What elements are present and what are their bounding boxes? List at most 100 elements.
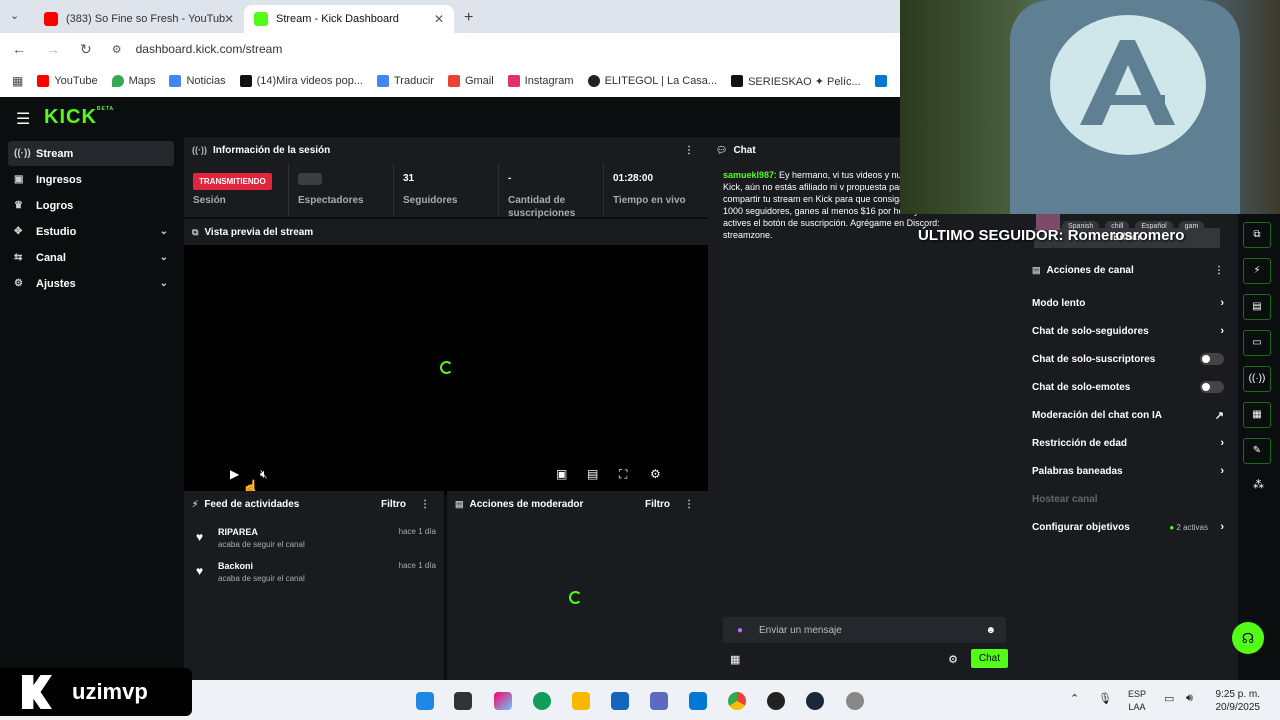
bookmark-serieskao[interactable]: SERIESKAO ✦ Pelíc... xyxy=(731,75,861,88)
play-icon[interactable]: ▶ xyxy=(230,467,239,481)
gmail-icon xyxy=(447,75,460,87)
rail-wrench-icon[interactable]: ✎ xyxy=(1243,438,1271,464)
chat-input[interactable]: ● Enviar un mensaje ☻ xyxy=(723,617,1006,643)
sidebar-item-ajustes[interactable]: ⚙ Ajustes ⌄ xyxy=(8,271,174,296)
chat-send-button[interactable]: Chat xyxy=(970,649,1008,668)
volume-icon[interactable]: 🔊︎ xyxy=(1186,692,1193,705)
rail-chat-icon[interactable]: ▭ xyxy=(1243,330,1271,356)
bookmark-gmail[interactable]: Gmail xyxy=(447,75,494,87)
action-ai-moderation[interactable]: Moderación del chat con IA ↗ xyxy=(1024,401,1238,429)
bookmark-tiktok[interactable]: (14)Mira videos pop... xyxy=(239,75,363,87)
system-clock[interactable]: 9:25 p. m. 20/9/2025 xyxy=(1216,688,1261,714)
menu-icon[interactable]: ☰ xyxy=(16,109,30,129)
chevron-up-icon[interactable]: ⌃ xyxy=(1070,692,1079,705)
chevron-right-icon: › xyxy=(1220,437,1224,449)
chat-settings-icon[interactable]: ⚙ xyxy=(948,653,958,666)
more-icon[interactable]: ⋮ xyxy=(1214,265,1224,276)
tab-strip: ⌄ (383) So Fine so Fresh - YouTub ✕ Stre… xyxy=(0,0,900,33)
rail-broadcast-icon[interactable]: ((·)) xyxy=(1243,366,1271,392)
rail-mod-icon[interactable]: ▦ xyxy=(1243,402,1271,428)
webcam-person xyxy=(1010,0,1240,214)
steam-icon[interactable] xyxy=(806,692,824,710)
emotes-only-toggle[interactable] xyxy=(1200,381,1224,393)
sidebar-item-canal[interactable]: ⇆ Canal ⌄ xyxy=(8,245,174,270)
close-icon[interactable]: ✕ xyxy=(224,12,234,26)
youtube-icon xyxy=(37,75,50,87)
session-panel: ((·)) Información de la sesión ⋮ TRANSMITI… xyxy=(184,137,708,219)
microphone-icon[interactable]: ● xyxy=(737,625,743,636)
bookmark-youtube[interactable]: YouTube xyxy=(37,75,98,87)
sidebar-item-ingresos[interactable]: ▣ Ingresos xyxy=(8,167,174,192)
action-followers-only[interactable]: Chat de solo-seguidores › xyxy=(1024,317,1238,345)
gift-icon[interactable]: ▦ xyxy=(730,653,740,666)
emoji-icon[interactable]: ☻ xyxy=(985,625,996,636)
action-emotes-only: Chat de solo-emotes xyxy=(1024,373,1238,401)
theater-icon[interactable]: ▤ xyxy=(587,467,598,481)
shirt-logo-graphic xyxy=(1050,15,1206,155)
new-tab-button[interactable]: + xyxy=(464,9,473,27)
outlook-icon xyxy=(874,75,887,87)
subscribers-only-toggle[interactable] xyxy=(1200,353,1224,365)
forward-icon[interactable]: → xyxy=(46,41,60,57)
news-icon xyxy=(169,75,182,87)
stat-live-time: 01:28:00 Tiempo en vivo xyxy=(613,173,686,206)
mod-icon: ▤ xyxy=(455,498,464,509)
file-explorer-icon[interactable] xyxy=(572,692,590,710)
action-banned-words[interactable]: Palabras baneadas › xyxy=(1024,457,1238,485)
tab-youtube[interactable]: (383) So Fine so Fresh - YouTub ✕ xyxy=(34,5,244,33)
feed-filter-button[interactable]: Filtro xyxy=(381,499,406,510)
action-host-channel[interactable]: Hostear canal xyxy=(1024,485,1238,513)
fullscreen-icon[interactable]: ⛶ xyxy=(619,467,627,482)
mod-filter-button[interactable]: Filtro xyxy=(645,499,670,510)
help-button[interactable]: ☊ xyxy=(1232,622,1264,654)
action-slow-mode[interactable]: Modo lento › xyxy=(1024,289,1238,317)
sidebar-item-stream[interactable]: ((·)) Stream xyxy=(8,141,174,166)
kick-logo[interactable]: KICKBETA xyxy=(44,106,114,129)
back-icon[interactable]: ← xyxy=(12,41,26,57)
status-badge: TRANSMITIENDO xyxy=(193,173,272,190)
apps-icon[interactable]: ▦ xyxy=(12,74,23,88)
microphone-icon[interactable]: 🎙︎ xyxy=(1098,692,1112,705)
more-icon[interactable]: ⋮ xyxy=(684,499,694,510)
more-icon[interactable]: ⋮ xyxy=(420,499,430,510)
more-icon[interactable]: ⋮ xyxy=(684,145,694,156)
language-indicator[interactable]: ESP LAA xyxy=(1128,688,1146,714)
rail-widgets-icon[interactable]: ⁂ xyxy=(1253,478,1264,491)
tab-search-icon[interactable]: ⌄ xyxy=(10,9,19,22)
teams-icon[interactable] xyxy=(650,692,668,710)
bookmark-instagram[interactable]: Instagram xyxy=(507,75,574,87)
copilot-icon[interactable] xyxy=(494,692,512,710)
site-info-icon[interactable]: ⚙ xyxy=(112,43,122,56)
outlook-icon[interactable] xyxy=(689,692,707,710)
reload-icon[interactable]: ↻ xyxy=(80,41,92,58)
pip-icon[interactable]: ▣ xyxy=(556,467,567,481)
store-icon[interactable] xyxy=(611,692,629,710)
url-input[interactable]: dashboard.kick.com/stream xyxy=(136,42,283,56)
task-view-icon[interactable] xyxy=(454,692,472,710)
settings-gear-icon[interactable]: ⚙ xyxy=(650,467,661,481)
edge-icon[interactable] xyxy=(533,692,551,710)
sidebar-item-logros[interactable]: ♛ Logros xyxy=(8,193,174,218)
obs-icon[interactable] xyxy=(767,692,785,710)
sidebar-item-estudio[interactable]: ✥ Estudio ⌄ xyxy=(8,219,174,244)
rail-preview-icon[interactable]: ⧉ xyxy=(1243,222,1271,248)
bookmark-outlook[interactable] xyxy=(874,75,887,87)
mute-icon[interactable]: 🔇︎ xyxy=(260,467,268,482)
bookmark-maps[interactable]: Maps xyxy=(111,75,155,87)
rail-notes-icon[interactable]: ▤ xyxy=(1243,294,1271,320)
bookmark-elitegol[interactable]: ELITEGOL | La Casa... xyxy=(587,75,717,87)
rail-lightning-icon[interactable]: ⚡︎ xyxy=(1243,258,1271,284)
close-icon[interactable]: ✕ xyxy=(434,12,444,26)
settings-gear-icon[interactable] xyxy=(846,692,864,710)
network-icon[interactable]: ▭ xyxy=(1164,692,1174,705)
money-icon: ▣ xyxy=(14,174,24,185)
bookmark-noticias[interactable]: Noticias xyxy=(169,75,226,87)
chrome-icon[interactable] xyxy=(728,692,746,710)
tab-kick[interactable]: Stream - Kick Dashboard ✕ xyxy=(244,5,454,33)
action-age-restriction[interactable]: Restricción de edad › xyxy=(1024,429,1238,457)
windows-start-icon[interactable] xyxy=(416,692,434,710)
chevron-right-icon: › xyxy=(1220,521,1224,533)
action-goals[interactable]: Configurar objetivos ● 2 activas › xyxy=(1024,513,1238,541)
bookmark-traducir[interactable]: Traducir xyxy=(377,75,434,87)
video-player[interactable]: ▶ 🔇︎ ▣ ▤ ⛶ ⚙ ☝ xyxy=(184,245,708,495)
